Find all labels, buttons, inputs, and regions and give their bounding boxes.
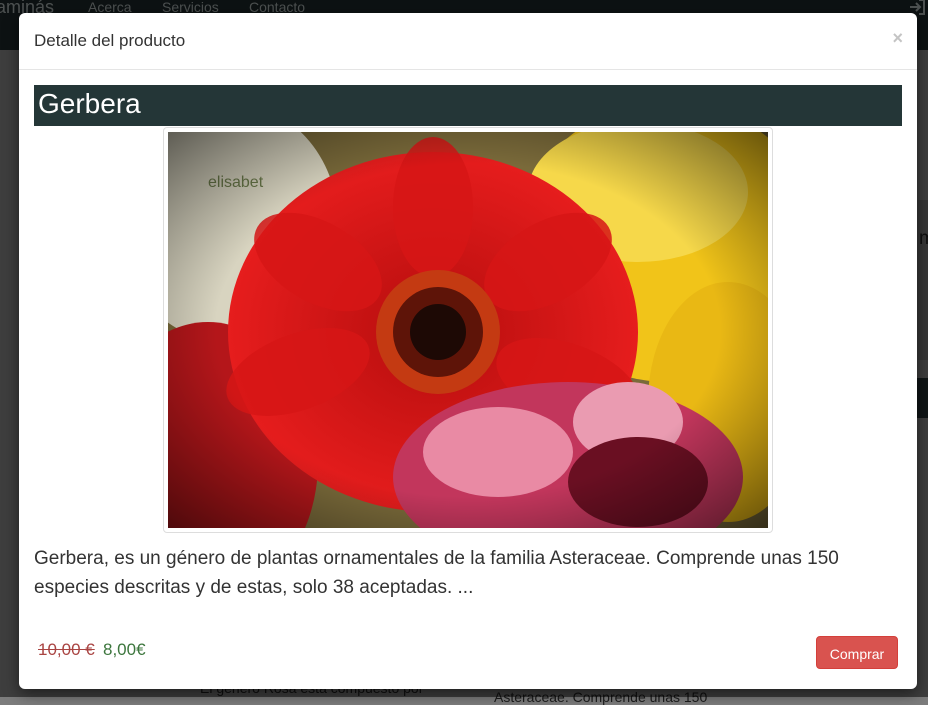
- product-image-frame: elisabet: [163, 127, 773, 533]
- buy-button[interactable]: Comprar: [816, 636, 898, 669]
- modal-footer: [19, 613, 917, 689]
- old-price: 10,00 €: [38, 640, 95, 659]
- new-price: 8,00€: [103, 640, 146, 659]
- product-detail-modal: Detalle del producto × Gerbera Gerbera, …: [19, 13, 917, 689]
- product-title: Gerbera: [38, 88, 141, 119]
- product-image: elisabet: [168, 132, 768, 528]
- modal-title: Detalle del producto: [34, 31, 186, 50]
- modal-header: Detalle del producto ×: [19, 13, 917, 70]
- product-title-bar: Gerbera: [34, 85, 902, 126]
- close-button[interactable]: ×: [892, 28, 903, 48]
- product-description: Gerbera, es un género de plantas ornamen…: [34, 548, 839, 598]
